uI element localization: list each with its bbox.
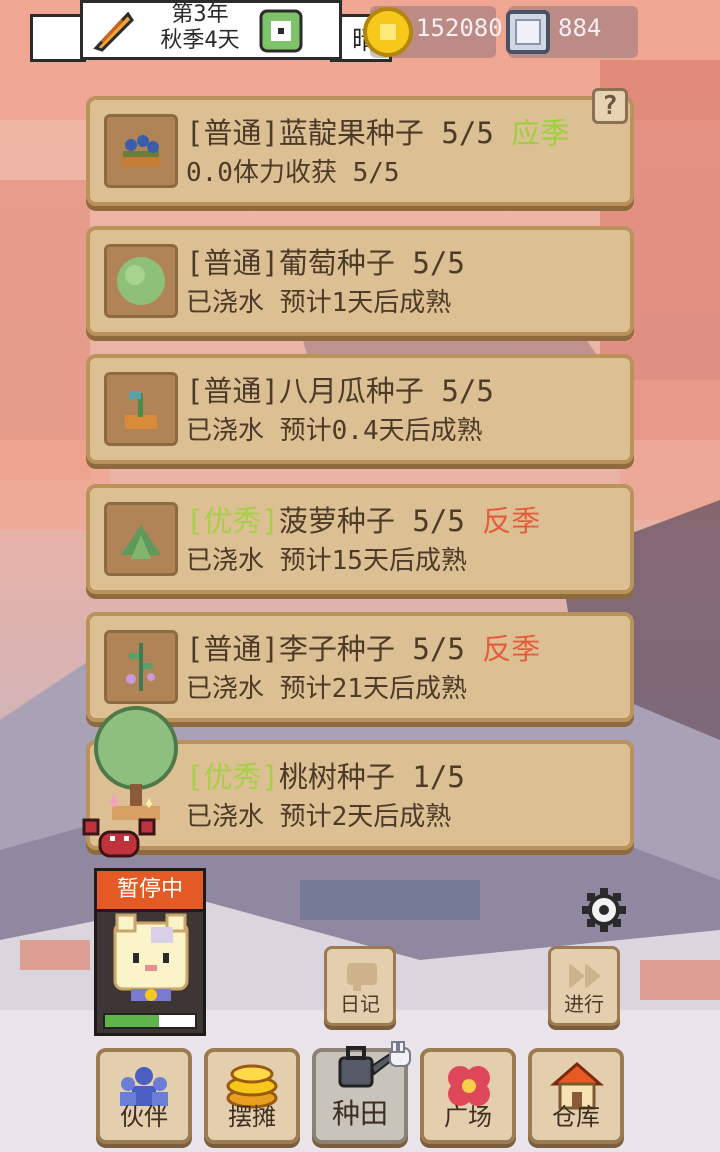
blueberry-bush-icon xyxy=(121,135,161,167)
plot-status: 已浇水 预计0.4天后成熟 xyxy=(186,416,483,446)
nav-warehouse-button[interactable]: 仓库 xyxy=(528,1048,624,1144)
year-label: 第3年 xyxy=(171,2,229,27)
plot-seed-name: 蓝靛果种子 xyxy=(278,116,424,150)
proceed-button[interactable]: 进行 xyxy=(548,946,620,1026)
plot-quality: [普通] xyxy=(186,374,279,408)
plot-quality: [普通] xyxy=(186,246,279,280)
plot-quality: [普通] xyxy=(186,116,279,150)
nav-partner-label: 伙伴 xyxy=(120,1103,168,1131)
plot-seed-name: 八月瓜种子 xyxy=(278,374,424,408)
date-text: 第3年 秋季4天 xyxy=(130,2,270,54)
plum-sprig-icon xyxy=(126,643,155,691)
nav-warehouse-label: 仓库 xyxy=(552,1103,600,1131)
plot-icon-slot xyxy=(104,244,178,318)
help-button[interactable]: ? xyxy=(592,88,628,124)
plot-season-tag: 反季 xyxy=(482,504,541,538)
plot-icon-slot xyxy=(104,114,178,188)
plot-title: [普通]李子种子 5/5 反季 xyxy=(186,626,540,668)
coins-value: 152080 xyxy=(416,14,503,42)
plot-icon-slot xyxy=(104,372,178,446)
diary-button[interactable]: 日记 xyxy=(324,946,396,1026)
date-panel-left-wing xyxy=(30,14,86,62)
proceed-label: 进行 xyxy=(564,992,604,1016)
peach-tree-icon xyxy=(94,706,178,820)
plot-status: 已浇水 预计1天后成熟 xyxy=(186,288,452,318)
plot-progress: 5/5 xyxy=(412,632,465,666)
plot-seed-name: 葡萄种子 xyxy=(278,246,395,280)
plot-progress: 5/5 xyxy=(441,374,494,408)
plot-season-tag: 应季 xyxy=(511,116,570,150)
season-day-label: 秋季4天 xyxy=(160,28,240,53)
gems-value: 884 xyxy=(558,14,602,42)
diary-label: 日记 xyxy=(340,992,380,1016)
nav-partner-button[interactable]: 伙伴 xyxy=(96,1048,192,1144)
nav-plaza-button[interactable]: 广场 xyxy=(420,1048,516,1144)
plot-status: 已浇水 预计21天后成熟 xyxy=(186,674,467,704)
settings-token-icon[interactable] xyxy=(258,8,304,54)
plot-title: [普通]葡萄种子 5/5 xyxy=(186,240,465,282)
gold-coin-icon xyxy=(363,7,413,57)
plot-title: [普通]八月瓜种子 5/5 xyxy=(186,368,494,410)
diamond-block-icon xyxy=(506,10,550,54)
plot-progress: 1/5 xyxy=(412,760,465,794)
pet-status-label: 暂停中 xyxy=(97,871,203,912)
pet-energy-fill xyxy=(105,1015,159,1027)
date-panel: 第3年 秋季4天 晴 xyxy=(30,0,392,68)
plot-card[interactable]: [优秀]菠萝种子 5/5 反季 已浇水 预计15天后成熟 xyxy=(86,484,634,594)
grape-bush-icon xyxy=(117,257,165,305)
plot-quality: [优秀] xyxy=(186,760,279,794)
pineapple-leaves-icon xyxy=(121,525,161,559)
plot-progress: 5/5 xyxy=(412,246,465,280)
plot-quality: [普通] xyxy=(186,632,279,666)
pet-panel[interactable]: 暂停中 xyxy=(94,868,206,1036)
plot-quality: [优秀] xyxy=(186,504,279,538)
nav-stall-button[interactable]: 摆摊 xyxy=(204,1048,300,1144)
plot-seed-name: 李子种子 xyxy=(278,632,395,666)
plot-title: [优秀]菠萝种子 5/5 反季 xyxy=(186,498,540,540)
plot-seed-name: 菠萝种子 xyxy=(278,504,395,538)
fast-forward-icon xyxy=(569,963,601,989)
plot-title: [普通]蓝靛果种子 5/5 应季 xyxy=(186,110,569,152)
nav-stall-label: 摆摊 xyxy=(228,1103,276,1131)
plot-status: 已浇水 预计2天后成熟 xyxy=(186,802,452,832)
sprout-icon xyxy=(125,391,157,429)
plot-card[interactable]: [普通]葡萄种子 5/5 已浇水 预计1天后成熟 xyxy=(86,226,634,336)
plot-progress: 5/5 xyxy=(412,504,465,538)
plot-card[interactable]: [普通]八月瓜种子 5/5 已浇水 预计0.4天后成熟 xyxy=(86,354,634,464)
gear-icon[interactable] xyxy=(580,886,628,934)
bear-pet-avatar xyxy=(113,913,189,1001)
plot-icon-slot xyxy=(104,502,178,576)
nav-plaza-label: 广场 xyxy=(444,1103,492,1131)
pet-energy-bar xyxy=(103,1013,197,1029)
plot-icon-slot xyxy=(104,630,178,704)
plot-card[interactable]: [普通]蓝靛果种子 5/5 应季 0.0体力收获 5/5 xyxy=(86,96,634,206)
feather-icon xyxy=(93,11,134,52)
crab-icon[interactable] xyxy=(82,814,156,864)
glove-icon xyxy=(389,1041,411,1067)
plot-title: [优秀]桃树种子 1/5 xyxy=(186,754,465,796)
plot-progress: 5/5 xyxy=(441,116,494,150)
plot-season-tag: 反季 xyxy=(482,632,541,666)
plot-status: 已浇水 预计15天后成熟 xyxy=(186,546,467,576)
plot-seed-name: 桃树种子 xyxy=(278,760,395,794)
nav-farm-label: 种田 xyxy=(331,1097,388,1130)
plot-status: 0.0体力收获 5/5 xyxy=(186,158,400,188)
